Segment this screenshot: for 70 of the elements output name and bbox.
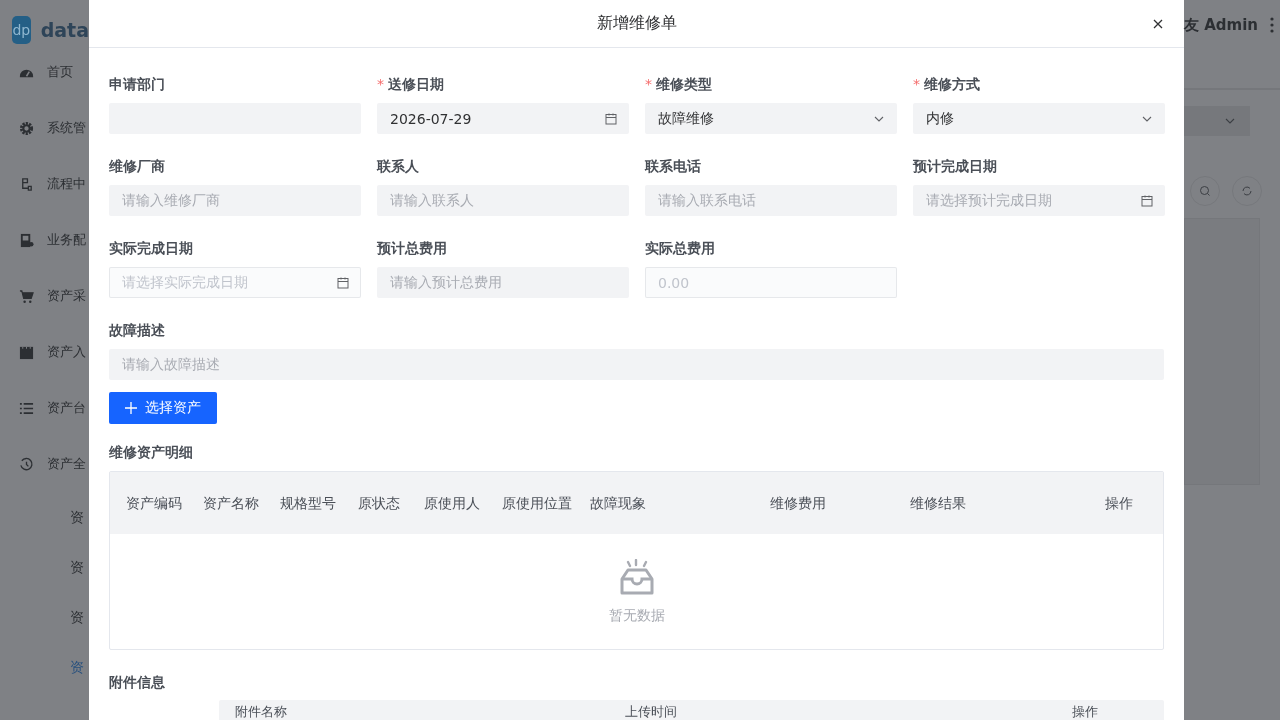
- input-field[interactable]: 请输入预计总费用: [377, 267, 629, 298]
- field-label: 联系电话: [645, 157, 702, 176]
- input-field[interactable]: 请输入维修厂商: [109, 185, 361, 216]
- field-label: 预计总费用: [377, 239, 448, 258]
- section-title: 附件信息: [109, 673, 166, 692]
- field-label: * 维修类型: [645, 75, 713, 94]
- field-label: * 维修方式: [913, 75, 981, 94]
- column-header: 资产名称: [203, 493, 260, 513]
- flow-icon: [19, 176, 34, 192]
- cart-icon: [19, 288, 34, 304]
- select-asset-button[interactable]: 选择资产: [109, 392, 217, 424]
- column-header: 维修结果: [910, 493, 967, 513]
- date-field[interactable]: 请选择预计完成日期: [913, 185, 1165, 216]
- menu-item[interactable]: 业务配: [0, 212, 89, 268]
- user-name[interactable]: 友 Admin: [1184, 15, 1259, 35]
- menu-item[interactable]: 资产入: [0, 324, 89, 380]
- field-label: 预计完成日期: [913, 157, 998, 176]
- column-header: 原使用位置: [502, 493, 573, 513]
- field-label: 联系人: [377, 157, 420, 176]
- calendar-icon: [1141, 194, 1153, 207]
- dialog-title: 新增维修单: [596, 13, 677, 34]
- column-header: 维修费用: [770, 493, 827, 513]
- document-icon: [19, 232, 34, 248]
- column-header: 原状态: [358, 493, 401, 513]
- clapper-icon: [19, 344, 34, 360]
- close-icon[interactable]: [1153, 19, 1163, 29]
- column-header: 操作: [1072, 704, 1099, 720]
- menu-item[interactable]: 流程中: [0, 156, 89, 212]
- input-field[interactable]: 请输入联系电话: [645, 185, 897, 216]
- submenu-item[interactable]: 资: [0, 592, 89, 642]
- calendar-icon: [337, 276, 349, 289]
- date-field[interactable]: 2026-07-29: [377, 103, 629, 134]
- select-field[interactable]: [1184, 106, 1250, 136]
- input-field[interactable]: 请输入故障描述: [109, 349, 1164, 380]
- input-field[interactable]: 请输入联系人: [377, 185, 629, 216]
- menu-item[interactable]: 系统管: [0, 100, 89, 156]
- submenu-item[interactable]: 资: [0, 492, 89, 542]
- submenu-item[interactable]: 资: [0, 642, 89, 692]
- column-header: 故障现象: [590, 493, 647, 513]
- refresh-icon: [1241, 185, 1253, 197]
- history-icon: [19, 456, 34, 472]
- column-header: 操作: [1105, 493, 1134, 513]
- plus-icon: [125, 402, 137, 414]
- menu-item[interactable]: 资产采: [0, 268, 89, 324]
- field-label: 申请部门: [109, 75, 166, 94]
- menu-item[interactable]: 资产全: [0, 436, 89, 492]
- calendar-icon: [605, 112, 617, 125]
- select-field[interactable]: 故障维修: [645, 103, 897, 134]
- gear-icon: [19, 120, 34, 136]
- list-icon: [19, 400, 34, 416]
- field-label: 维修厂商: [109, 157, 166, 176]
- field-label: 故障描述: [109, 321, 166, 340]
- column-header: 规格型号: [280, 493, 337, 513]
- column-header: 资产编码: [126, 493, 183, 513]
- submenu-item[interactable]: 资: [0, 542, 89, 592]
- menu-item[interactable]: 资产台: [0, 380, 89, 436]
- search-icon: [1199, 185, 1211, 197]
- logo[interactable]: dp: [12, 16, 31, 44]
- more-icon[interactable]: [1270, 17, 1275, 33]
- field-label: * 送修日期: [377, 75, 445, 94]
- empty-text: 暂无数据: [608, 606, 665, 625]
- menu-item[interactable]: 首页: [0, 44, 89, 100]
- select-field[interactable]: 内修: [913, 103, 1165, 134]
- column-header: 附件名称: [235, 704, 288, 720]
- column-header: 原使用人: [424, 493, 481, 513]
- section-title: 维修资产明细: [109, 443, 194, 462]
- field-label: 实际总费用: [645, 239, 716, 258]
- brand-name: data: [40, 19, 89, 41]
- column-header: 上传时间: [625, 704, 678, 720]
- field-label: 实际完成日期: [109, 239, 194, 258]
